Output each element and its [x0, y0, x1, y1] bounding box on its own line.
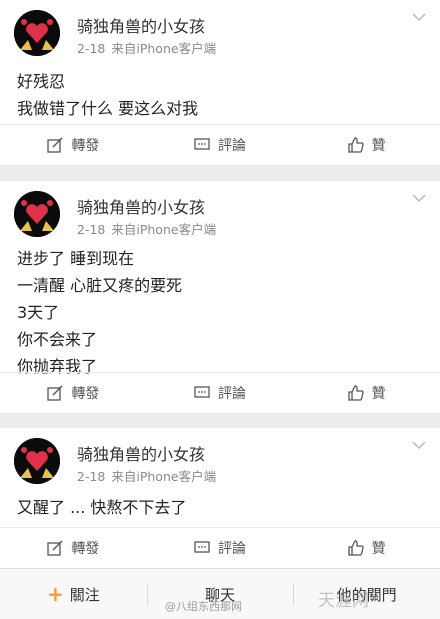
follow-label: 關注 [69, 585, 100, 604]
post-card[interactable]: 骑独角兽的小女孩 2-18 来自iPhone客户端 又醒了 ... 快熬不下去了 … [0, 428, 440, 568]
avatar[interactable] [14, 191, 60, 237]
like-button[interactable]: 贊 [293, 125, 440, 165]
like-label: 贊 [371, 386, 386, 402]
post-source: 来自iPhone客户端 [111, 222, 217, 237]
comment-label: 評論 [218, 138, 246, 154]
comment-icon [194, 541, 210, 553]
edit-icon [47, 385, 63, 401]
repost-label: 轉發 [71, 138, 100, 154]
follow-button[interactable]: + 關注 [0, 569, 147, 619]
repost-button[interactable]: 轉發 [0, 125, 147, 165]
avatar-image [14, 10, 60, 56]
username[interactable]: 骑独角兽的小女孩 [77, 441, 205, 465]
post-content: 又醒了 ... 快熬不下去了 [0, 484, 440, 521]
post-source: 来自iPhone客户端 [111, 469, 217, 484]
repost-label: 轉發 [71, 386, 100, 402]
post-date: 2-18 [77, 41, 106, 56]
post-text-line: 好残忍 [17, 72, 66, 91]
comment-button[interactable]: 評論 [147, 528, 294, 568]
comment-icon [194, 138, 210, 150]
post-actions: 轉發 評論 贊 [0, 372, 440, 413]
post-meta: 2-18 来自iPhone客户端 [77, 466, 216, 485]
thumbs-up-icon [348, 385, 364, 401]
comment-label: 評論 [218, 386, 246, 402]
post-text-line: 又醒了 ... 快熬不下去了 [17, 498, 187, 517]
avatar[interactable] [14, 10, 60, 56]
post-text-line: 你不会来了 [17, 330, 98, 349]
post-text-line: 3天了 [17, 303, 60, 322]
comment-button[interactable]: 評論 [147, 373, 294, 413]
post-content: 好残忍 我做错了什么 要这么对我 [0, 56, 440, 122]
comment-label: 評論 [218, 541, 246, 557]
avatar-image [14, 191, 60, 237]
username[interactable]: 骑独角兽的小女孩 [77, 194, 205, 218]
post-text-line: 一清醒 心脏又疼的要死 [17, 276, 183, 295]
edit-icon [47, 137, 63, 153]
avatar-image [14, 438, 60, 484]
like-label: 贊 [371, 138, 386, 154]
comment-icon [194, 386, 210, 398]
edit-icon [47, 540, 63, 556]
post-date: 2-18 [77, 222, 106, 237]
like-button[interactable]: 贊 [293, 528, 440, 568]
post-text-line: 进步了 睡到现在 [17, 249, 135, 268]
corner-watermark: 天涯网 [318, 591, 369, 611]
repost-button[interactable]: 轉發 [0, 528, 147, 568]
post-text-line: 我做错了什么 要这么对我 [17, 99, 199, 118]
post-source: 来自iPhone客户端 [111, 41, 217, 56]
chevron-down-icon[interactable] [412, 193, 426, 203]
post-actions: 轉發 評論 贊 [0, 527, 440, 568]
thumbs-up-icon [348, 137, 364, 153]
post-date: 2-18 [77, 469, 106, 484]
repost-label: 轉發 [71, 541, 100, 557]
post-meta: 2-18 来自iPhone客户端 [77, 219, 216, 238]
watermark: @八组东西那网 [165, 600, 242, 613]
post-content: 进步了 睡到现在 一清醒 心脏又疼的要死 3天了 你不会来了 你抛弃我了 [0, 237, 440, 380]
post-meta: 2-18 来自iPhone客户端 [77, 38, 216, 57]
post-actions: 轉發 評論 贊 [0, 124, 440, 165]
post-card[interactable]: 骑独角兽的小女孩 2-18 来自iPhone客户端 好残忍 我做错了什么 要这么对… [0, 0, 440, 165]
chevron-down-icon[interactable] [412, 12, 426, 22]
repost-button[interactable]: 轉發 [0, 373, 147, 413]
thumbs-up-icon [348, 540, 364, 556]
chevron-down-icon[interactable] [412, 440, 426, 450]
post-card[interactable]: 骑独角兽的小女孩 2-18 来自iPhone客户端 进步了 睡到现在 一清醒 心脏… [0, 181, 440, 413]
avatar[interactable] [14, 438, 60, 484]
username[interactable]: 骑独角兽的小女孩 [77, 13, 205, 37]
like-button[interactable]: 贊 [293, 373, 440, 413]
like-label: 贊 [371, 541, 386, 557]
plus-icon: + [46, 582, 64, 606]
comment-button[interactable]: 評論 [147, 125, 294, 165]
